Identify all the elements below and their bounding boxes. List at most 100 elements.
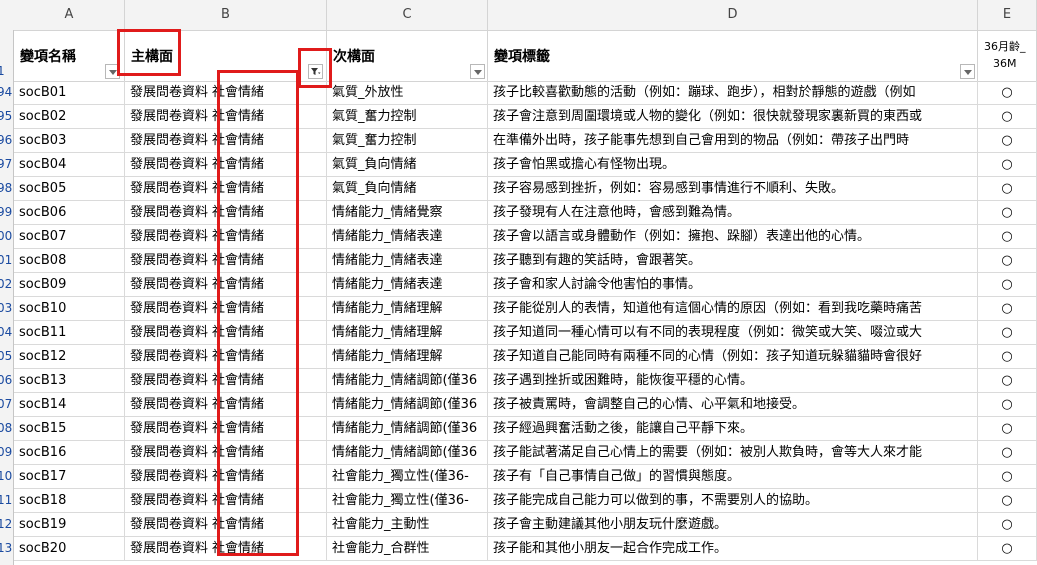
cell-sub-dimension[interactable]: 社會能力_獨立性(僅36-: [327, 465, 488, 488]
cell-main-dimension[interactable]: 發展問卷資料 社會情緒: [125, 537, 327, 560]
cell-main-dimension[interactable]: 發展問卷資料 社會情緒: [125, 273, 327, 296]
cell-age-36m[interactable]: ○: [978, 513, 1037, 536]
cell-main-dimension[interactable]: 發展問卷資料 社會情緒: [125, 129, 327, 152]
cell-sub-dimension[interactable]: 情緒能力_情緒表達: [327, 273, 488, 296]
cell-sub-dimension[interactable]: 社會能力_獨立性(僅36-: [327, 489, 488, 512]
row-number[interactable]: 08: [0, 421, 13, 435]
cell-variable-name[interactable]: socB08: [14, 249, 125, 272]
cell-sub-dimension[interactable]: 情緒能力_情緒表達: [327, 225, 488, 248]
filter-dropdown-button[interactable]: [105, 64, 120, 79]
cell-main-dimension[interactable]: 發展問卷資料 社會情緒: [125, 81, 327, 104]
cell-variable-name[interactable]: socB17: [14, 465, 125, 488]
cell-variable-label[interactable]: 孩子容易感到挫折，例如：容易感到事情進行不順利、失敗。: [488, 177, 978, 200]
row-number[interactable]: 09: [0, 445, 13, 459]
cell-variable-label[interactable]: 孩子發現有人在注意他時，會感到難為情。: [488, 201, 978, 224]
row-number[interactable]: 95: [0, 109, 13, 123]
cell-variable-name[interactable]: socB11: [14, 321, 125, 344]
cell-sub-dimension[interactable]: 情緒能力_情緒調節(僅36: [327, 417, 488, 440]
cell-variable-name[interactable]: socB09: [14, 273, 125, 296]
cell-main-dimension[interactable]: 發展問卷資料 社會情緒: [125, 489, 327, 512]
cell-main-dimension[interactable]: 發展問卷資料 社會情緒: [125, 105, 327, 128]
cell-main-dimension[interactable]: 發展問卷資料 社會情緒: [125, 345, 327, 368]
filter-dropdown-button[interactable]: [470, 64, 485, 79]
cell-age-36m[interactable]: ○: [978, 129, 1037, 152]
row-number[interactable]: 97: [0, 157, 13, 171]
cell-main-dimension[interactable]: 發展問卷資料 社會情緒: [125, 297, 327, 320]
cell-variable-name[interactable]: socB18: [14, 489, 125, 512]
cell-sub-dimension[interactable]: 情緒能力_情緒調節(僅36: [327, 441, 488, 464]
row-number[interactable]: 11: [0, 493, 13, 507]
cell-age-36m[interactable]: ○: [978, 441, 1037, 464]
cell-variable-name[interactable]: socB01: [14, 81, 125, 104]
row-number[interactable]: 06: [0, 373, 13, 387]
cell-variable-label[interactable]: 孩子會和家人討論令他害怕的事情。: [488, 273, 978, 296]
row-number[interactable]: 03: [0, 301, 13, 315]
cell-main-dimension[interactable]: 發展問卷資料 社會情緒: [125, 441, 327, 464]
cell-age-36m[interactable]: ○: [978, 297, 1037, 320]
header-cell-main-dimension[interactable]: 主構面: [125, 30, 327, 81]
cell-sub-dimension[interactable]: 情緒能力_情緒調節(僅36: [327, 369, 488, 392]
cell-variable-name[interactable]: socB02: [14, 105, 125, 128]
cell-variable-name[interactable]: socB14: [14, 393, 125, 416]
cell-age-36m[interactable]: ○: [978, 225, 1037, 248]
cell-variable-name[interactable]: socB16: [14, 441, 125, 464]
cell-variable-label[interactable]: 孩子會以語言或身體動作（例如：擁抱、跺腳）表達出他的心情。: [488, 225, 978, 248]
cell-age-36m[interactable]: ○: [978, 177, 1037, 200]
header-cell-variable-name[interactable]: 變項名稱: [14, 30, 125, 81]
column-header-e[interactable]: E: [978, 0, 1037, 30]
cell-age-36m[interactable]: ○: [978, 417, 1037, 440]
column-header-c[interactable]: C: [327, 0, 488, 30]
row-number[interactable]: 12: [0, 517, 13, 531]
cell-main-dimension[interactable]: 發展問卷資料 社會情緒: [125, 177, 327, 200]
row-number[interactable]: 94: [0, 85, 13, 99]
cell-variable-label[interactable]: 孩子會注意到周圍環境或人物的變化（例如：很快就發現家裏新買的東西或: [488, 105, 978, 128]
column-header-b[interactable]: B: [125, 0, 327, 30]
cell-variable-label[interactable]: 孩子能完成自己能力可以做到的事，不需要別人的協助。: [488, 489, 978, 512]
cell-variable-label[interactable]: 孩子知道自己能同時有兩種不同的心情（例如：孩子知道玩躲貓貓時會很好: [488, 345, 978, 368]
cell-variable-label[interactable]: 孩子能從別人的表情，知道他有這個心情的原因（例如：看到我吃藥時痛苦: [488, 297, 978, 320]
cell-main-dimension[interactable]: 發展問卷資料 社會情緒: [125, 225, 327, 248]
column-header-d[interactable]: D: [488, 0, 978, 30]
row-number-header[interactable]: 1: [0, 64, 13, 78]
cell-variable-label[interactable]: 孩子會主動建議其他小朋友玩什麼遊戲。: [488, 513, 978, 536]
cell-main-dimension[interactable]: 發展問卷資料 社會情緒: [125, 321, 327, 344]
row-number[interactable]: 10: [0, 469, 13, 483]
cell-variable-name[interactable]: socB13: [14, 369, 125, 392]
cell-sub-dimension[interactable]: 氣質_負向情緒: [327, 153, 488, 176]
filter-dropdown-button[interactable]: [960, 64, 975, 79]
row-number[interactable]: 96: [0, 133, 13, 147]
cell-age-36m[interactable]: ○: [978, 153, 1037, 176]
cell-main-dimension[interactable]: 發展問卷資料 社會情緒: [125, 417, 327, 440]
cell-sub-dimension[interactable]: 情緒能力_情緒調節(僅36: [327, 393, 488, 416]
cell-age-36m[interactable]: ○: [978, 81, 1037, 104]
cell-age-36m[interactable]: ○: [978, 465, 1037, 488]
cell-age-36m[interactable]: ○: [978, 393, 1037, 416]
cell-age-36m[interactable]: ○: [978, 537, 1037, 560]
cell-sub-dimension[interactable]: 社會能力_主動性: [327, 513, 488, 536]
cell-age-36m[interactable]: ○: [978, 489, 1037, 512]
header-cell-sub-dimension[interactable]: 次構面: [327, 30, 488, 81]
cell-variable-name[interactable]: socB10: [14, 297, 125, 320]
row-number[interactable]: 05: [0, 349, 13, 363]
row-number[interactable]: 02: [0, 277, 13, 291]
cell-age-36m[interactable]: ○: [978, 321, 1037, 344]
row-number[interactable]: 07: [0, 397, 13, 411]
cell-age-36m[interactable]: ○: [978, 105, 1037, 128]
cell-variable-label[interactable]: 孩子知道同一種心情可以有不同的表現程度（例如：微笑或大笑、啜泣或大: [488, 321, 978, 344]
cell-age-36m[interactable]: ○: [978, 273, 1037, 296]
cell-sub-dimension[interactable]: 情緒能力_情緒表達: [327, 249, 488, 272]
row-number[interactable]: 04: [0, 325, 13, 339]
cell-sub-dimension[interactable]: 氣質_外放性: [327, 81, 488, 104]
cell-age-36m[interactable]: ○: [978, 369, 1037, 392]
header-cell-age-36m[interactable]: 36月齡_ 36M: [978, 30, 1037, 81]
cell-age-36m[interactable]: ○: [978, 345, 1037, 368]
row-number[interactable]: 01: [0, 253, 13, 267]
cell-variable-label[interactable]: 孩子能試著滿足自己心情上的需要（例如：被別人欺負時，會等大人來才能: [488, 441, 978, 464]
cell-sub-dimension[interactable]: 情緒能力_情緒理解: [327, 297, 488, 320]
cell-variable-label[interactable]: 孩子有「自己事情自己做」的習慣與態度。: [488, 465, 978, 488]
cell-sub-dimension[interactable]: 社會能力_合群性: [327, 537, 488, 560]
row-number[interactable]: 13: [0, 541, 13, 555]
cell-sub-dimension[interactable]: 情緒能力_情緒理解: [327, 345, 488, 368]
filter-active-button[interactable]: [308, 64, 323, 79]
cell-sub-dimension[interactable]: 氣質_奮力控制: [327, 129, 488, 152]
